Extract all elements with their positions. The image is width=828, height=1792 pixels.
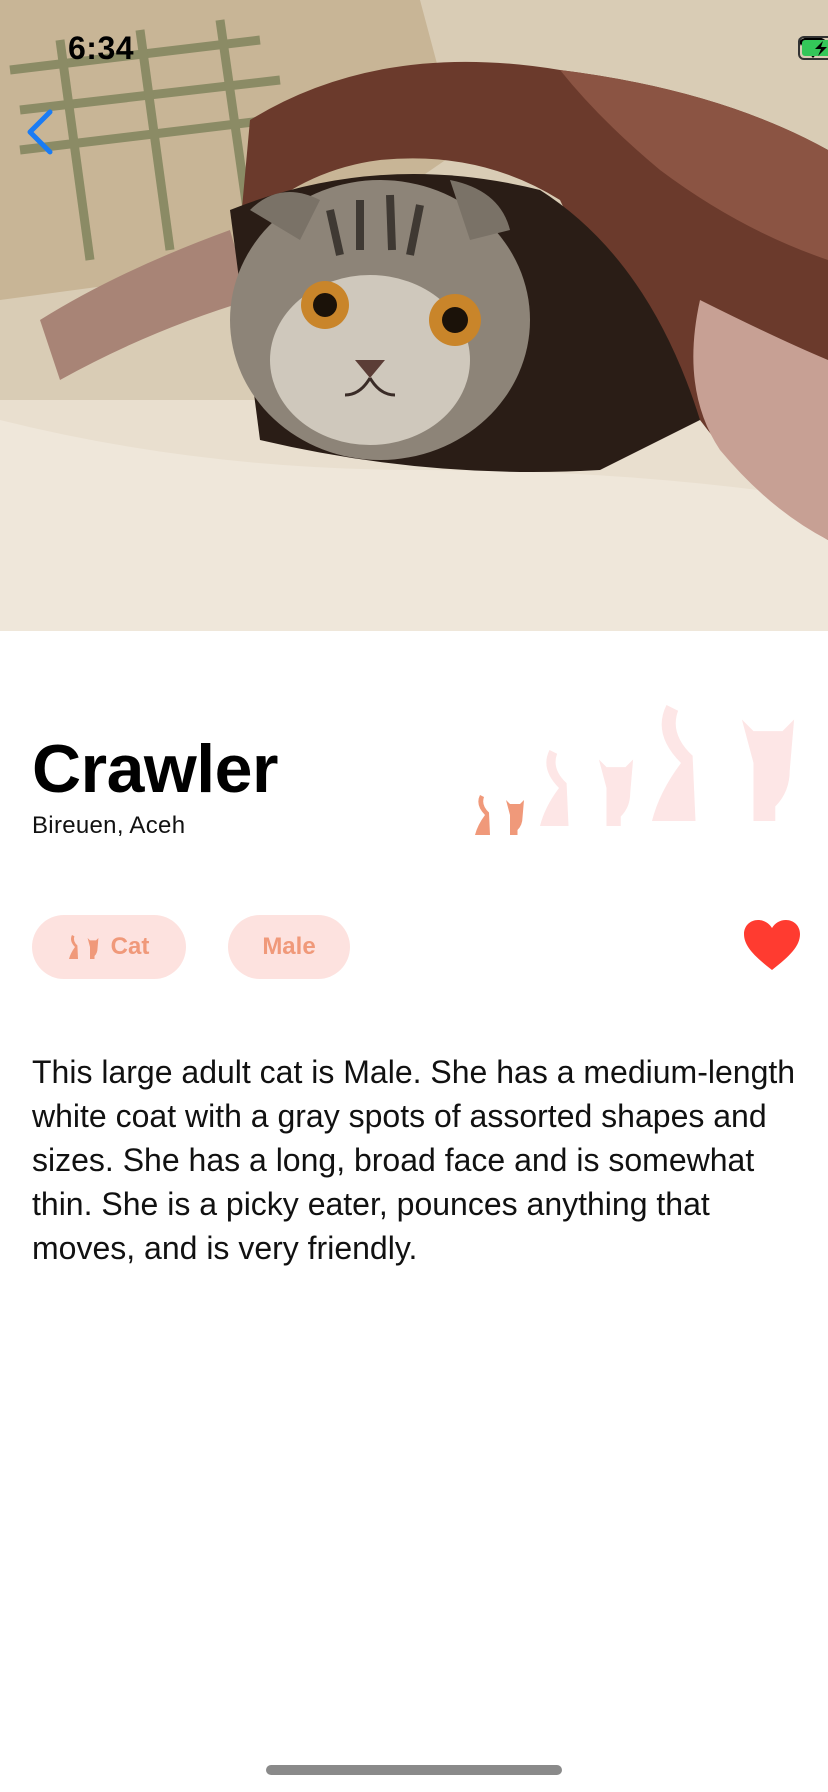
pet-type-label: Cat (110, 933, 150, 960)
size-small-cat-icon (475, 795, 524, 835)
pet-gender-chip[interactable]: Male (228, 915, 350, 979)
size-medium-cat-icon (540, 750, 634, 826)
pet-type-chip[interactable]: Cat (32, 915, 186, 979)
back-button[interactable] (20, 104, 60, 160)
size-large-cat-icon (652, 705, 795, 821)
battery-charging-icon (798, 36, 828, 60)
favorite-button[interactable] (744, 920, 800, 972)
pet-description: This large adult cat is Male. She has a … (32, 1054, 796, 1266)
size-indicator (475, 705, 795, 835)
cat-photo-illustration (0, 0, 828, 631)
cat-icon (68, 935, 99, 959)
chevron-left-icon (27, 109, 53, 155)
pet-gender-label: Male (262, 933, 316, 960)
pet-photo: 6:34 (0, 0, 828, 631)
status-time: 6:34 (68, 30, 135, 66)
pet-name: Crawler (32, 731, 278, 807)
home-indicator[interactable] (266, 1765, 562, 1775)
heart-icon (744, 920, 800, 970)
pet-location: Bireuen, Aceh (32, 812, 186, 839)
